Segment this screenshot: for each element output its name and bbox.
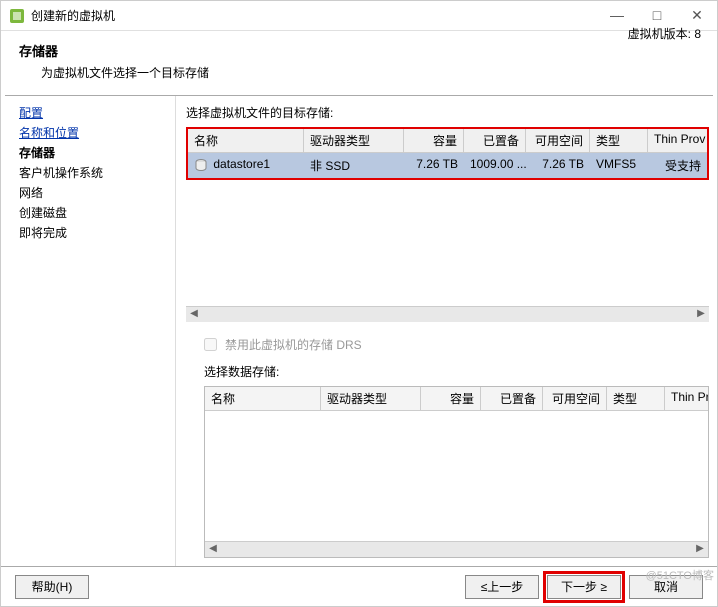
col-drive-type[interactable]: 驱动器类型 [304, 129, 404, 152]
col-capacity[interactable]: 容量 [404, 129, 464, 152]
col2-capacity[interactable]: 容量 [421, 387, 481, 410]
col2-name[interactable]: 名称 [205, 387, 321, 410]
back-button[interactable]: ≤上一步 [465, 575, 539, 599]
help-button[interactable]: 帮助(H) [15, 575, 89, 599]
sidebar-item-name-location[interactable]: 名称和位置 [19, 124, 175, 142]
horizontal-scrollbar[interactable]: ◀ ▶ [186, 306, 709, 322]
sidebar-item-ready: 即将完成 [19, 224, 175, 242]
datastore-icon [194, 158, 208, 172]
disable-drs-row: 禁用此虚拟机的存储 DRS [204, 336, 709, 353]
col2-provisioned[interactable]: 已置备 [481, 387, 543, 410]
cell-capacity: 7.26 TB [404, 155, 464, 176]
sidebar-item-create-disk: 创建磁盘 [19, 204, 175, 222]
scroll-right-icon[interactable]: ▶ [693, 307, 709, 323]
select-datastore-label: 选择数据存储: [204, 363, 709, 380]
sidebar-item-guest-os: 客户机操作系统 [19, 164, 175, 182]
col-free[interactable]: 可用空间 [526, 129, 590, 152]
cell-thin: 受支持 [648, 155, 707, 176]
disable-drs-checkbox [204, 338, 217, 351]
close-button[interactable]: ✕ [685, 7, 709, 24]
datastore-row[interactable]: datastore1 非 SSD 7.26 TB 1009.00 ... 7.2… [188, 153, 707, 178]
col-provisioned[interactable]: 已置备 [464, 129, 526, 152]
cell-type: VMFS5 [590, 155, 648, 176]
scroll-left-icon[interactable]: ◀ [186, 307, 202, 323]
scroll-left-icon-2[interactable]: ◀ [205, 542, 221, 558]
col-thin[interactable]: Thin Prov [648, 129, 707, 152]
col2-free[interactable]: 可用空间 [543, 387, 607, 410]
sidebar-item-config[interactable]: 配置 [19, 104, 175, 122]
maximize-button[interactable]: □ [645, 7, 669, 24]
version-label: 虚拟机版本: 8 [628, 25, 701, 42]
page-title: 存储器 [19, 41, 701, 60]
datastore-table-highlight: 名称 驱动器类型 容量 已置备 可用空间 类型 Thin Prov datast… [186, 127, 709, 180]
titlebar: 创建新的虚拟机 — □ ✕ [1, 1, 717, 31]
col2-type[interactable]: 类型 [607, 387, 665, 410]
next-button[interactable]: 下一步 ≥ [547, 575, 621, 599]
scroll-right-icon-2[interactable]: ▶ [692, 542, 708, 558]
sidebar: 配置 名称和位置 存储器 客户机操作系统 网络 创建磁盘 即将完成 [1, 96, 176, 566]
cell-drive: 非 SSD [304, 155, 404, 176]
cell-free: 7.26 TB [526, 155, 590, 176]
table-empty-area [186, 180, 709, 306]
table2-empty-area [205, 411, 708, 541]
sidebar-item-storage: 存储器 [19, 144, 175, 162]
horizontal-scrollbar-2[interactable]: ◀ ▶ [205, 541, 708, 557]
watermark: @51CTO博客 [646, 567, 714, 583]
main-panel: 选择虚拟机文件的目标存储: 名称 驱动器类型 容量 已置备 可用空间 类型 Th… [176, 96, 717, 566]
col-name[interactable]: 名称 [188, 129, 304, 152]
cell-name: datastore1 [213, 157, 270, 171]
cell-provisioned: 1009.00 ... [464, 155, 526, 176]
disable-drs-label: 禁用此虚拟机的存储 DRS [225, 336, 362, 353]
app-icon [9, 8, 25, 24]
sidebar-item-network: 网络 [19, 184, 175, 202]
footer: 帮助(H) ≤上一步 下一步 ≥ 取消 [1, 566, 717, 606]
table-header: 名称 驱动器类型 容量 已置备 可用空间 类型 Thin Prov [188, 129, 707, 153]
minimize-button[interactable]: — [605, 7, 629, 24]
header: 虚拟机版本: 8 存储器 为虚拟机文件选择一个目标存储 [1, 31, 717, 95]
page-subtitle: 为虚拟机文件选择一个目标存储 [41, 64, 701, 81]
window-title: 创建新的虚拟机 [31, 7, 605, 24]
datastore-table-2: 名称 驱动器类型 容量 已置备 可用空间 类型 Thin Provi ◀ ▶ [204, 386, 709, 558]
col-type[interactable]: 类型 [590, 129, 648, 152]
col2-thin[interactable]: Thin Provi [665, 387, 708, 410]
col2-drive-type[interactable]: 驱动器类型 [321, 387, 421, 410]
target-storage-label: 选择虚拟机文件的目标存储: [186, 104, 709, 121]
